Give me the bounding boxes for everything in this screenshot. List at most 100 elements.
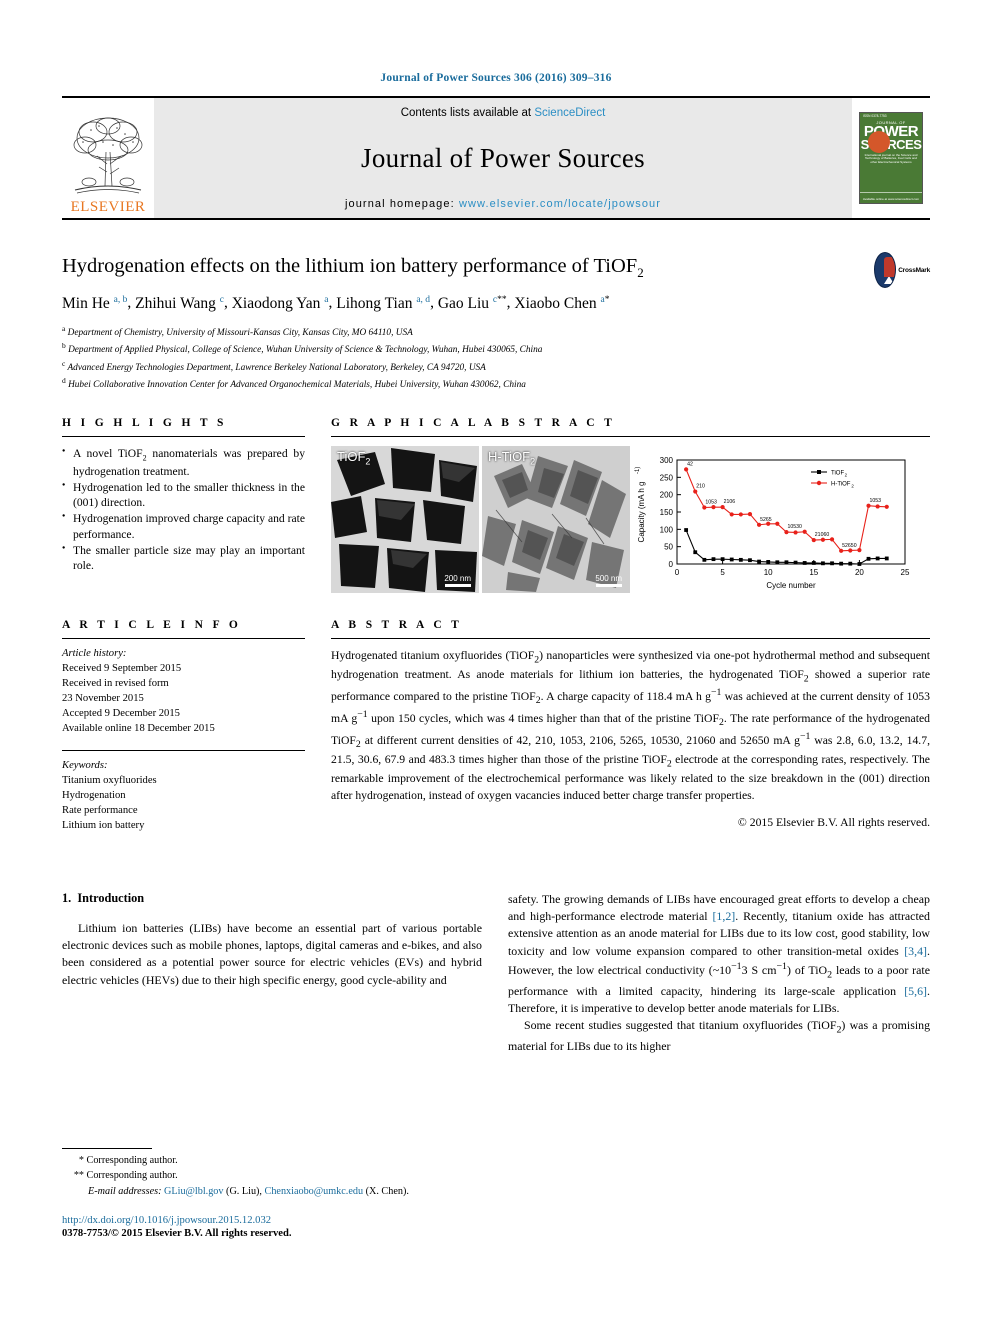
keywords-label: Keywords: (62, 759, 108, 771)
article-history-items: Received 9 September 2015 Received in rev… (62, 661, 305, 736)
crossmark-badge[interactable]: CrossMark (874, 250, 930, 290)
cover-kicker: ISSN 0378-7753 (863, 114, 887, 118)
elsevier-tree-icon (73, 117, 143, 194)
author-affil-mark: c (219, 294, 224, 305)
journal-title: Journal of Power Sources (361, 143, 645, 173)
svg-text:0: 0 (669, 560, 674, 569)
section-number: 1. (62, 890, 72, 905)
svg-text:-1): -1) (635, 466, 641, 473)
cover-footer: Available online at www.sciencedirect.co… (862, 197, 920, 201)
svg-text:5265: 5265 (760, 516, 772, 522)
keywords-divider (62, 749, 305, 751)
footnote-rule (62, 1148, 152, 1149)
author-corr-mark: ** (497, 294, 507, 305)
affiliation-item: a Department of Chemistry, University of… (62, 323, 413, 338)
cover-art: ISSN 0378-7753 JOURNAL OF POWER SOURCES … (859, 112, 923, 204)
homepage-url[interactable]: www.elsevier.com/locate/jpowsour (459, 198, 661, 210)
svg-text:0: 0 (675, 568, 680, 577)
history-item: Received 9 September 2015 (62, 662, 182, 674)
highlight-item: Hydrogenation improved charge capacity a… (62, 511, 305, 542)
tem-label-hydrogenated-text: H-TiOF (488, 448, 531, 464)
highlights-divider (62, 435, 305, 437)
svg-text:300: 300 (660, 456, 674, 465)
paper-page: Journal of Power Sources 306 (2016) 309–… (0, 0, 992, 1323)
body-paragraph-right-2: Some recent studies suggested that titan… (508, 1018, 931, 1053)
corr-mark-1: * (78, 1155, 84, 1166)
svg-text:100: 100 (660, 525, 674, 534)
author-name: Lihong Tian a, d (336, 294, 431, 312)
email-link-2[interactable]: Chenxiaobo@umkc.edu (265, 1186, 364, 1197)
abstract-column: A B S T R A C T Hydrogenated titanium ox… (331, 619, 930, 833)
graphical-abstract-divider (331, 435, 930, 437)
citation-ref-3[interactable]: [5,6] (904, 984, 927, 998)
affiliation-mark: a (62, 323, 66, 333)
contents-line: Contents lists available at ScienceDirec… (401, 107, 606, 119)
svg-text:42: 42 (687, 461, 693, 467)
issn-copyright: 0378-7753/© 2015 Elsevier B.V. All right… (62, 1227, 292, 1239)
email-owner-2: (X. Chen). (365, 1185, 409, 1197)
history-item: 23 November 2015 (62, 692, 144, 704)
tem-label-hydrogenated: H-TiOF2 (488, 449, 535, 467)
author-name: Xiaodong Yan a (231, 294, 329, 312)
email-line: E-mail addresses: GLiu@lbl.gov (G. Liu),… (62, 1184, 482, 1199)
author-name: Xiaobo Chen a* (514, 294, 610, 312)
crossmark-label: CrossMark (898, 266, 930, 274)
author-affil-mark: a (324, 294, 329, 305)
svg-text:20: 20 (855, 568, 864, 577)
highlights-heading: H I G H L I G H T S (62, 416, 227, 429)
scale-bar-hydrogenated-line (595, 583, 622, 587)
svg-text:2106: 2106 (724, 499, 736, 505)
body-right-column: safety. The growing demands of LIBs have… (508, 891, 930, 1055)
doi-link[interactable]: http://dx.doi.org/10.1016/j.jpowsour.201… (62, 1215, 482, 1226)
contents-label: Contents lists available at (400, 107, 535, 119)
citation-ref-1[interactable]: [1,2] (712, 909, 735, 923)
affiliation-mark: b (62, 341, 66, 351)
cover-divider (860, 192, 922, 193)
author-affil-mark: a, b (113, 294, 128, 305)
keyword-item: Hydrogenation (62, 789, 126, 801)
highlight-item: A novel TiOF2 nanomaterials was prepared… (62, 446, 305, 479)
corr-text-1: Corresponding author. (86, 1155, 178, 1166)
scale-bar-pristine-line (444, 583, 471, 587)
graphical-abstract-figure: TiOF2 200 nm H-TiOF2 500 nm 0 50 100 150… (331, 445, 930, 593)
citation-ref-2[interactable]: [3,4] (904, 944, 927, 958)
keyword-item: Lithium ion battery (62, 819, 145, 831)
page-title: Hydrogenation effects on the lithium ion… (62, 254, 930, 281)
author-name: Gao Liu c** (437, 294, 507, 312)
svg-text:Cycle number: Cycle number (766, 581, 816, 590)
highlights-column: H I G H L I G H T S A novel TiOF2 nanoma… (62, 417, 305, 593)
affiliation-list: a Department of Chemistry, University of… (62, 323, 930, 393)
cover-disc-graphic (868, 131, 890, 153)
scale-bar-pristine: 200 nm (444, 574, 471, 587)
svg-text:1053: 1053 (705, 499, 717, 505)
tem-micrograph-pristine (331, 445, 479, 593)
svg-text:50: 50 (664, 542, 673, 551)
keywords-block: Keywords: Titanium oxyfluorides Hydrogena… (62, 758, 305, 833)
article-history-label: Article history: (62, 647, 127, 659)
abstract-divider (331, 637, 930, 639)
author-name: Zhihui Wang c (135, 294, 224, 312)
graphical-abstract-column: G R A P H I C A L A B S T R A C T TiOF2 … (331, 417, 930, 593)
title-block: CrossMark Hydrogenation effects on the l… (62, 252, 930, 393)
email-link-1[interactable]: GLiu@lbl.gov (164, 1186, 223, 1197)
capacity-vs-cycle-plot: 0 50 100 150 200 250 300 0 5 10 15 20 25 Cycle number… (633, 445, 913, 593)
author-corr-mark: * (604, 294, 610, 305)
abstract-text: Hydrogenated titanium oxyfluorides (TiOF… (331, 648, 931, 802)
affiliation-item: b Department of Applied Physical, Colleg… (62, 341, 543, 356)
affiliation-item: c Advanced Energy Technologies Departmen… (62, 358, 486, 373)
tem-micrograph-hydrogenated (482, 445, 630, 593)
sciencedirect-link[interactable]: ScienceDirect (534, 107, 605, 119)
tem-label-pristine: TiOF2 (337, 449, 370, 467)
footnote-block: * Corresponding author. ** Corresponding… (62, 1148, 482, 1239)
tem-label-pristine-text: TiOF (337, 448, 366, 464)
abstract-heading: A B S T R A C T (331, 618, 463, 631)
tem-label-pristine-sub: 2 (365, 456, 371, 467)
scale-bar-hydrogenated-text: 500 nm (595, 573, 622, 583)
history-item: Accepted 9 December 2015 (62, 707, 180, 719)
elsevier-logo: ELSEVIER (62, 98, 154, 218)
corr-mark-2: ** (73, 1170, 84, 1182)
title-subscript: 2 (637, 265, 644, 281)
corresponding-author-1: * Corresponding author. (62, 1153, 482, 1168)
body-left-column: 1. Introduction Lithium ion batteries (L… (62, 891, 482, 989)
graphical-abstract-heading: G R A P H I C A L A B S T R A C T (331, 416, 616, 429)
